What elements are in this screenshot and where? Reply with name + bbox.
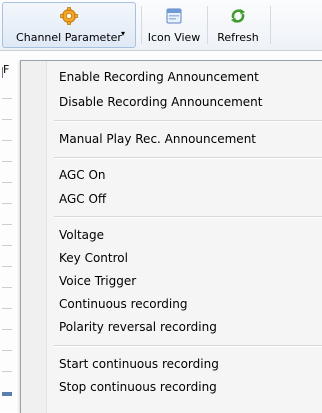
menu-item-voltage[interactable]: Voltage (59, 225, 104, 245)
menu-item-enable-recording-announcement[interactable]: Enable Recording Announcement (59, 67, 259, 87)
menu-item-agc-on[interactable]: AGC On (59, 165, 106, 185)
toolbar-separator (141, 6, 142, 44)
window-icon (165, 7, 183, 25)
menu-item-stop-continuous-recording[interactable]: Stop continuous recording (59, 377, 217, 397)
menu-icon-gutter (21, 61, 47, 413)
menu-item-continuous-recording[interactable]: Continuous recording (59, 294, 187, 314)
icon-view-label: Icon View (147, 31, 201, 44)
context-menu: Enable Recording Announcement Disable Re… (20, 60, 322, 413)
menu-item-key-control[interactable]: Key Control (59, 248, 128, 268)
chevron-down-icon[interactable]: ▾ (121, 29, 125, 38)
refresh-label: Refresh (217, 31, 259, 44)
menu-item-agc-off[interactable]: AGC Off (59, 189, 106, 209)
icon-view-button[interactable]: Icon View (146, 2, 202, 48)
gear-icon (60, 7, 78, 25)
menu-item-manual-play-rec-announcement[interactable]: Manual Play Rec. Announcement (59, 129, 256, 149)
channel-parameter-label: Channel Parameter (16, 31, 122, 44)
underlying-selection-marker (2, 392, 12, 396)
menu-separator (54, 345, 322, 347)
menu-item-polarity-reversal-recording[interactable]: Polarity reversal recording (59, 317, 217, 337)
menu-item-start-continuous-recording[interactable]: Start continuous recording (59, 354, 219, 374)
menu-item-voice-trigger[interactable]: Voice Trigger (59, 271, 136, 291)
menu-item-disable-recording-announcement[interactable]: Disable Recording Announcement (59, 92, 263, 112)
toolbar-separator (207, 6, 208, 44)
underlying-grid-rows (0, 61, 18, 412)
refresh-icon (229, 7, 247, 25)
toolbar: Channel Parameter ▾ Icon View Refresh (0, 0, 322, 51)
menu-separator (54, 120, 322, 122)
channel-parameter-button[interactable]: Channel Parameter (2, 2, 136, 48)
menu-separator (54, 157, 322, 159)
refresh-button[interactable]: Refresh (211, 2, 265, 48)
toolbar-separator (270, 6, 271, 44)
menu-separator (54, 216, 322, 218)
